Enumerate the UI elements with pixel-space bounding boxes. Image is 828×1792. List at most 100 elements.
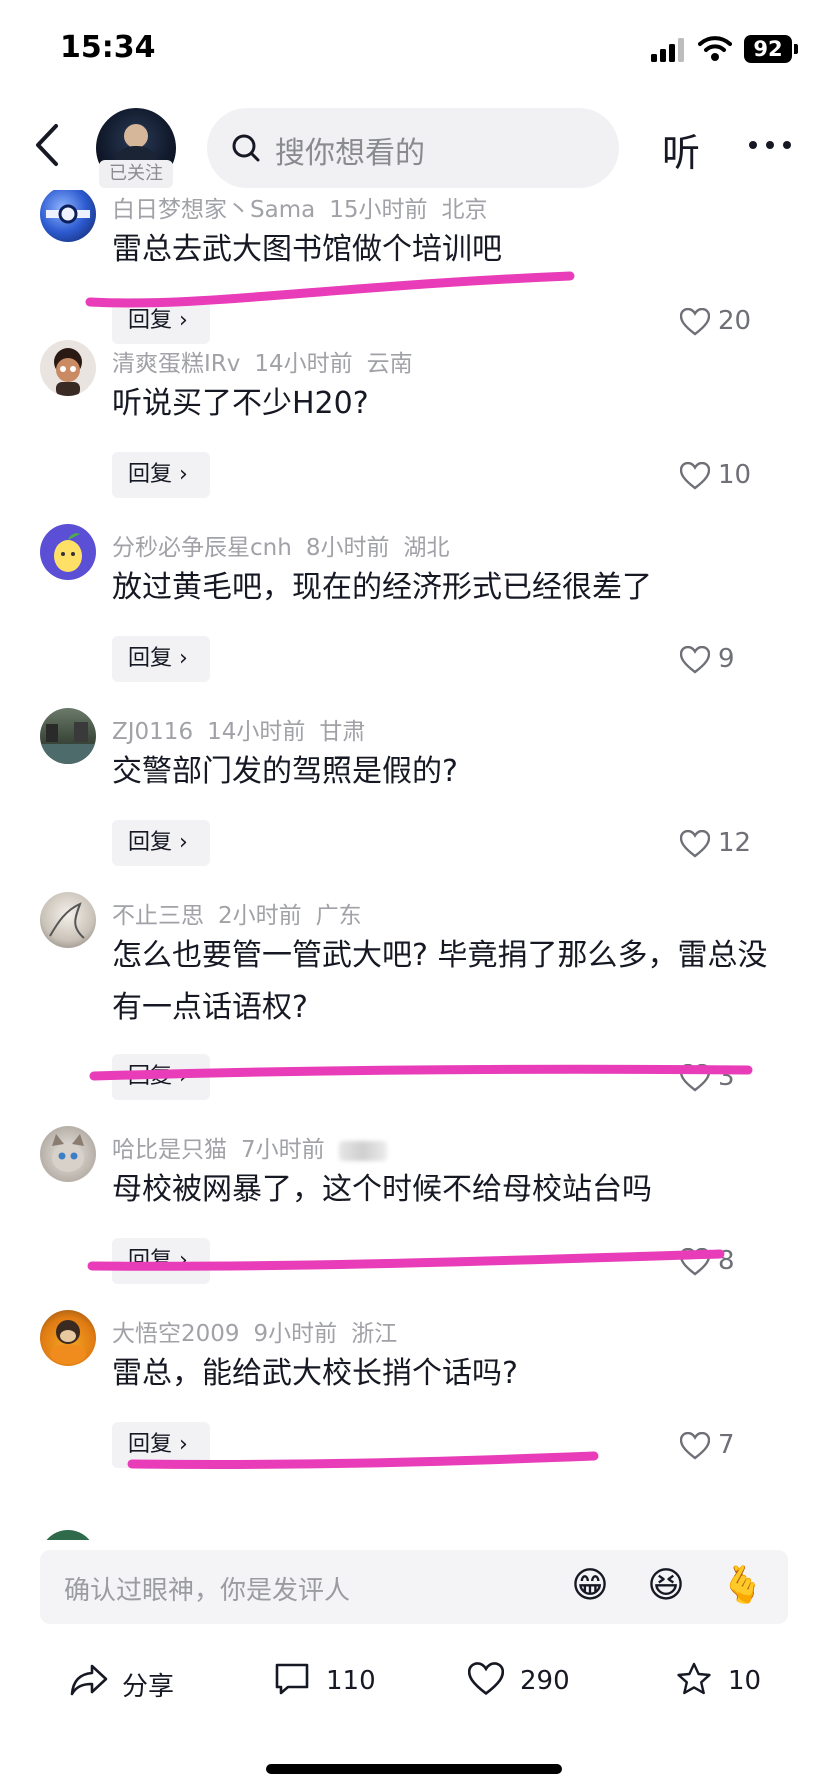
comment-icon	[275, 1663, 309, 1695]
share-label: 分享	[122, 1672, 175, 1702]
follow-status-badge[interactable]: 已关注	[99, 160, 173, 188]
commenter-avatar[interactable]	[40, 1126, 96, 1182]
like-count: 9	[718, 644, 735, 674]
avatar-lemon-icon	[54, 533, 82, 572]
like-button[interactable]: 3	[676, 1054, 796, 1100]
commenter-avatar[interactable]	[40, 892, 96, 948]
like-count: 8	[718, 1246, 735, 1276]
comment-meta: 哈比是只猫 7小时前	[112, 1130, 401, 1164]
comment-location: 云南	[366, 351, 413, 377]
comment-meta: 分秒必争辰星cnh 8小时前 湖北	[112, 528, 463, 562]
comment-count: 110	[326, 1666, 376, 1696]
avatar-cartoon-icon	[54, 348, 82, 396]
heart-icon	[680, 830, 710, 858]
comment-time: 15小时前	[329, 197, 428, 223]
like-count: 10	[718, 460, 752, 490]
comment-time: 14小时前	[254, 351, 353, 377]
reply-button[interactable]: 回复 ›	[112, 452, 210, 498]
comment-text[interactable]: 雷总，能给武大校长捎个话吗?	[112, 1348, 792, 1400]
reply-button[interactable]: 回复 ›	[112, 298, 210, 344]
battery-indicator: 92	[744, 35, 792, 63]
reply-button[interactable]: 回复 ›	[112, 636, 210, 682]
signal-icon	[651, 38, 684, 62]
commenter-name[interactable]: 清爽蛋糕IRv	[112, 351, 240, 377]
star-icon	[677, 1662, 711, 1695]
back-icon[interactable]	[30, 122, 66, 168]
blurred-location	[338, 1140, 387, 1161]
commenter-name[interactable]: 白日梦想家丶Sama	[112, 197, 315, 223]
commenter-avatar[interactable]	[40, 1310, 96, 1366]
comment-meta: 不止三思 2小时前 广东	[112, 896, 376, 930]
commenter-name[interactable]: 分秒必争辰星cnh	[112, 535, 292, 561]
commenter-avatar[interactable]	[40, 340, 96, 396]
status-bar: 15:34 92	[0, 0, 828, 100]
listen-button[interactable]: 听	[662, 122, 700, 177]
heart-icon	[680, 646, 710, 674]
comment-time: 2小时前	[218, 903, 302, 929]
reply-button[interactable]: 回复 ›	[112, 1054, 210, 1100]
comment-input-placeholder: 确认过眼神，你是发评人	[64, 1576, 351, 1606]
like-button[interactable]: 12	[676, 820, 796, 866]
comment-text[interactable]: 听说买了不少H20?	[112, 378, 792, 430]
comment-time: 14小时前	[207, 719, 306, 745]
commenter-name[interactable]: 大悟空2009	[112, 1321, 240, 1347]
comment-text[interactable]: 母校被网暴了，这个时候不给母校站台吗	[112, 1164, 792, 1216]
comment-time: 7小时前	[241, 1137, 325, 1163]
like-button[interactable]: 7	[676, 1422, 796, 1468]
commenter-avatar[interactable]	[40, 1530, 96, 1540]
commenter-name[interactable]: 哈比是只猫	[112, 1137, 227, 1163]
heart-icon	[680, 462, 710, 490]
like-count: 12	[718, 828, 752, 858]
search-input[interactable]: 搜你想看的	[207, 108, 619, 188]
comment-location: 广东	[315, 903, 362, 929]
status-time: 15:34	[60, 30, 156, 65]
share-icon	[70, 1664, 108, 1696]
comment-list: 白日梦想家丶Sama 15小时前 北京 雷总去武大图书馆做个培训吧 回复 › 20 …	[0, 190, 828, 1540]
comment-time: 9小时前	[253, 1321, 338, 1347]
like-button[interactable]: 20	[676, 298, 796, 344]
reply-button[interactable]: 回复 ›	[112, 1422, 210, 1468]
avatar-monkey-icon	[50, 1320, 86, 1364]
heart-icon	[680, 1064, 710, 1092]
like-button[interactable]: 8	[676, 1238, 796, 1284]
comment-location: 北京	[441, 197, 488, 223]
comment-meta: 大悟空2009 9小时前 浙江	[112, 1314, 411, 1348]
heart-icon	[680, 308, 710, 336]
laugh-emoji-button[interactable]: 😆	[644, 1564, 688, 1608]
like-button[interactable]: 9	[676, 636, 796, 682]
comment-text[interactable]: 雷总去武大图书馆做个培训吧	[112, 224, 792, 276]
reply-button[interactable]: 回复 ›	[112, 820, 210, 866]
favorite-count: 10	[728, 1666, 762, 1696]
commenter-avatar[interactable]	[40, 190, 96, 242]
more-icon[interactable]	[748, 140, 792, 150]
commenter-avatar[interactable]	[40, 708, 96, 764]
heart-icon	[468, 1662, 504, 1696]
top-nav-bar: 已关注 搜你想看的 听	[0, 100, 828, 190]
favorite-button[interactable]: 10	[676, 1650, 786, 1710]
finger-heart-emoji-button[interactable]: 🫰	[720, 1564, 765, 1608]
comment-location: 湖北	[403, 535, 450, 561]
like-total-count: 290	[520, 1666, 570, 1696]
avatar-sketch-icon	[49, 902, 85, 939]
share-button[interactable]: 分享	[70, 1650, 190, 1710]
comment-text[interactable]: 放过黄毛吧，现在的经济形式已经很差了	[112, 562, 792, 614]
commenter-name[interactable]: ZJ0116	[112, 719, 193, 745]
comment-text[interactable]: 怎么也要管一管武大吧? 毕竟捐了那么多，雷总没有一点话语权?	[112, 930, 792, 1034]
commenter-avatar[interactable]	[40, 524, 96, 580]
grin-emoji-button[interactable]: 😁	[568, 1564, 612, 1608]
heart-icon	[680, 1432, 710, 1460]
heart-icon	[680, 1248, 710, 1276]
avatar-person-head	[124, 124, 148, 148]
commenter-name[interactable]: 不止三思	[112, 903, 204, 929]
comment-text[interactable]: 交警部门发的驾照是假的?	[112, 746, 792, 798]
comment-input[interactable]: 确认过眼神，你是发评人 😁 😆 🫰	[40, 1550, 788, 1624]
reply-button[interactable]: 回复 ›	[112, 1238, 210, 1284]
like-video-button[interactable]: 290	[468, 1650, 598, 1710]
home-indicator[interactable]	[266, 1764, 562, 1774]
comment-meta: ZJ0116 14小时前 甘肃	[112, 712, 379, 746]
comment-button[interactable]: 110	[274, 1650, 394, 1710]
like-count: 3	[718, 1062, 735, 1092]
like-button[interactable]: 10	[676, 452, 796, 498]
like-count: 7	[718, 1430, 735, 1460]
battery-cap	[794, 44, 798, 54]
